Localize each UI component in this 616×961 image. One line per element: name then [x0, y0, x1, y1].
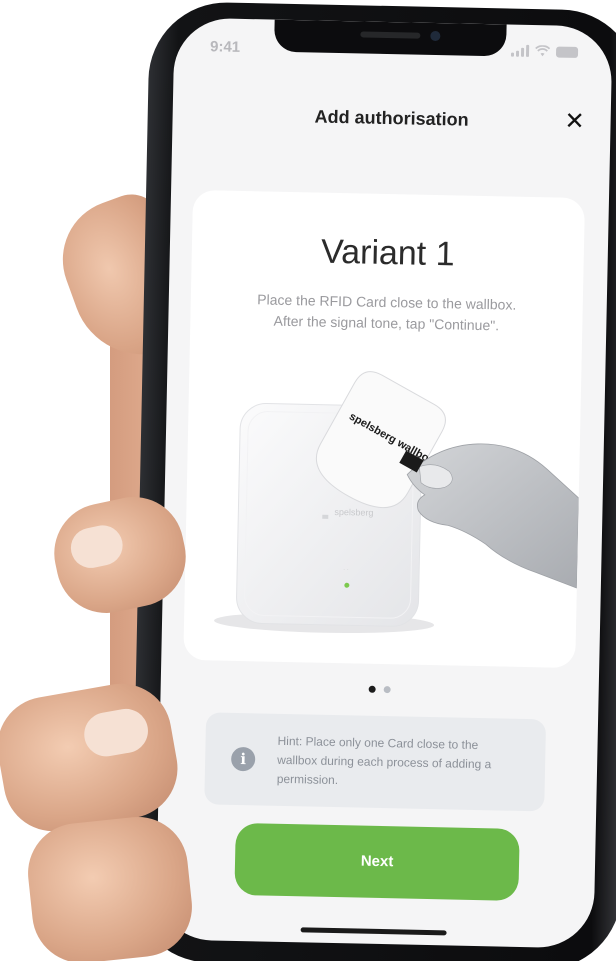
page-title: Add authorisation	[314, 106, 469, 130]
info-icon: i	[230, 746, 256, 772]
hint-box: i Hint: Place only one Card close to the…	[204, 712, 547, 812]
front-camera	[430, 30, 441, 42]
hand-finger	[23, 812, 197, 961]
page-dot[interactable]	[383, 686, 391, 694]
next-button[interactable]: Next	[234, 822, 520, 901]
wifi-icon	[535, 45, 551, 57]
page-dot-active[interactable]	[368, 685, 376, 693]
instruction-card[interactable]: Variant 1 Place the RFID Card close to t…	[183, 189, 586, 669]
photo-scene: 9:41 Add authorisation ✕ Variant 1 Place…	[0, 0, 616, 961]
battery-icon	[555, 46, 579, 58]
instruction-text: Place the RFID Card close to the wallbox…	[220, 289, 553, 338]
notch	[274, 19, 507, 57]
status-time: 9:41	[209, 38, 241, 56]
wallbox-logo: spelsberg	[334, 507, 373, 518]
svg-text:· ·: · ·	[343, 567, 349, 573]
variant-title: Variant 1	[320, 232, 455, 274]
rfid-illustration: spelsberg · · spelsberg wallbox	[214, 371, 580, 634]
signal-icon	[510, 44, 530, 57]
phone-screen: 9:41 Add authorisation ✕ Variant 1 Place…	[155, 17, 613, 949]
hint-text: Hint: Place only one Card close to the w…	[277, 732, 528, 794]
close-icon[interactable]: ✕	[564, 108, 585, 135]
speaker-grille	[360, 31, 421, 39]
status-icons	[510, 44, 579, 58]
home-indicator[interactable]	[300, 927, 447, 936]
pagination	[161, 681, 599, 697]
hand-illustration	[406, 443, 580, 589]
